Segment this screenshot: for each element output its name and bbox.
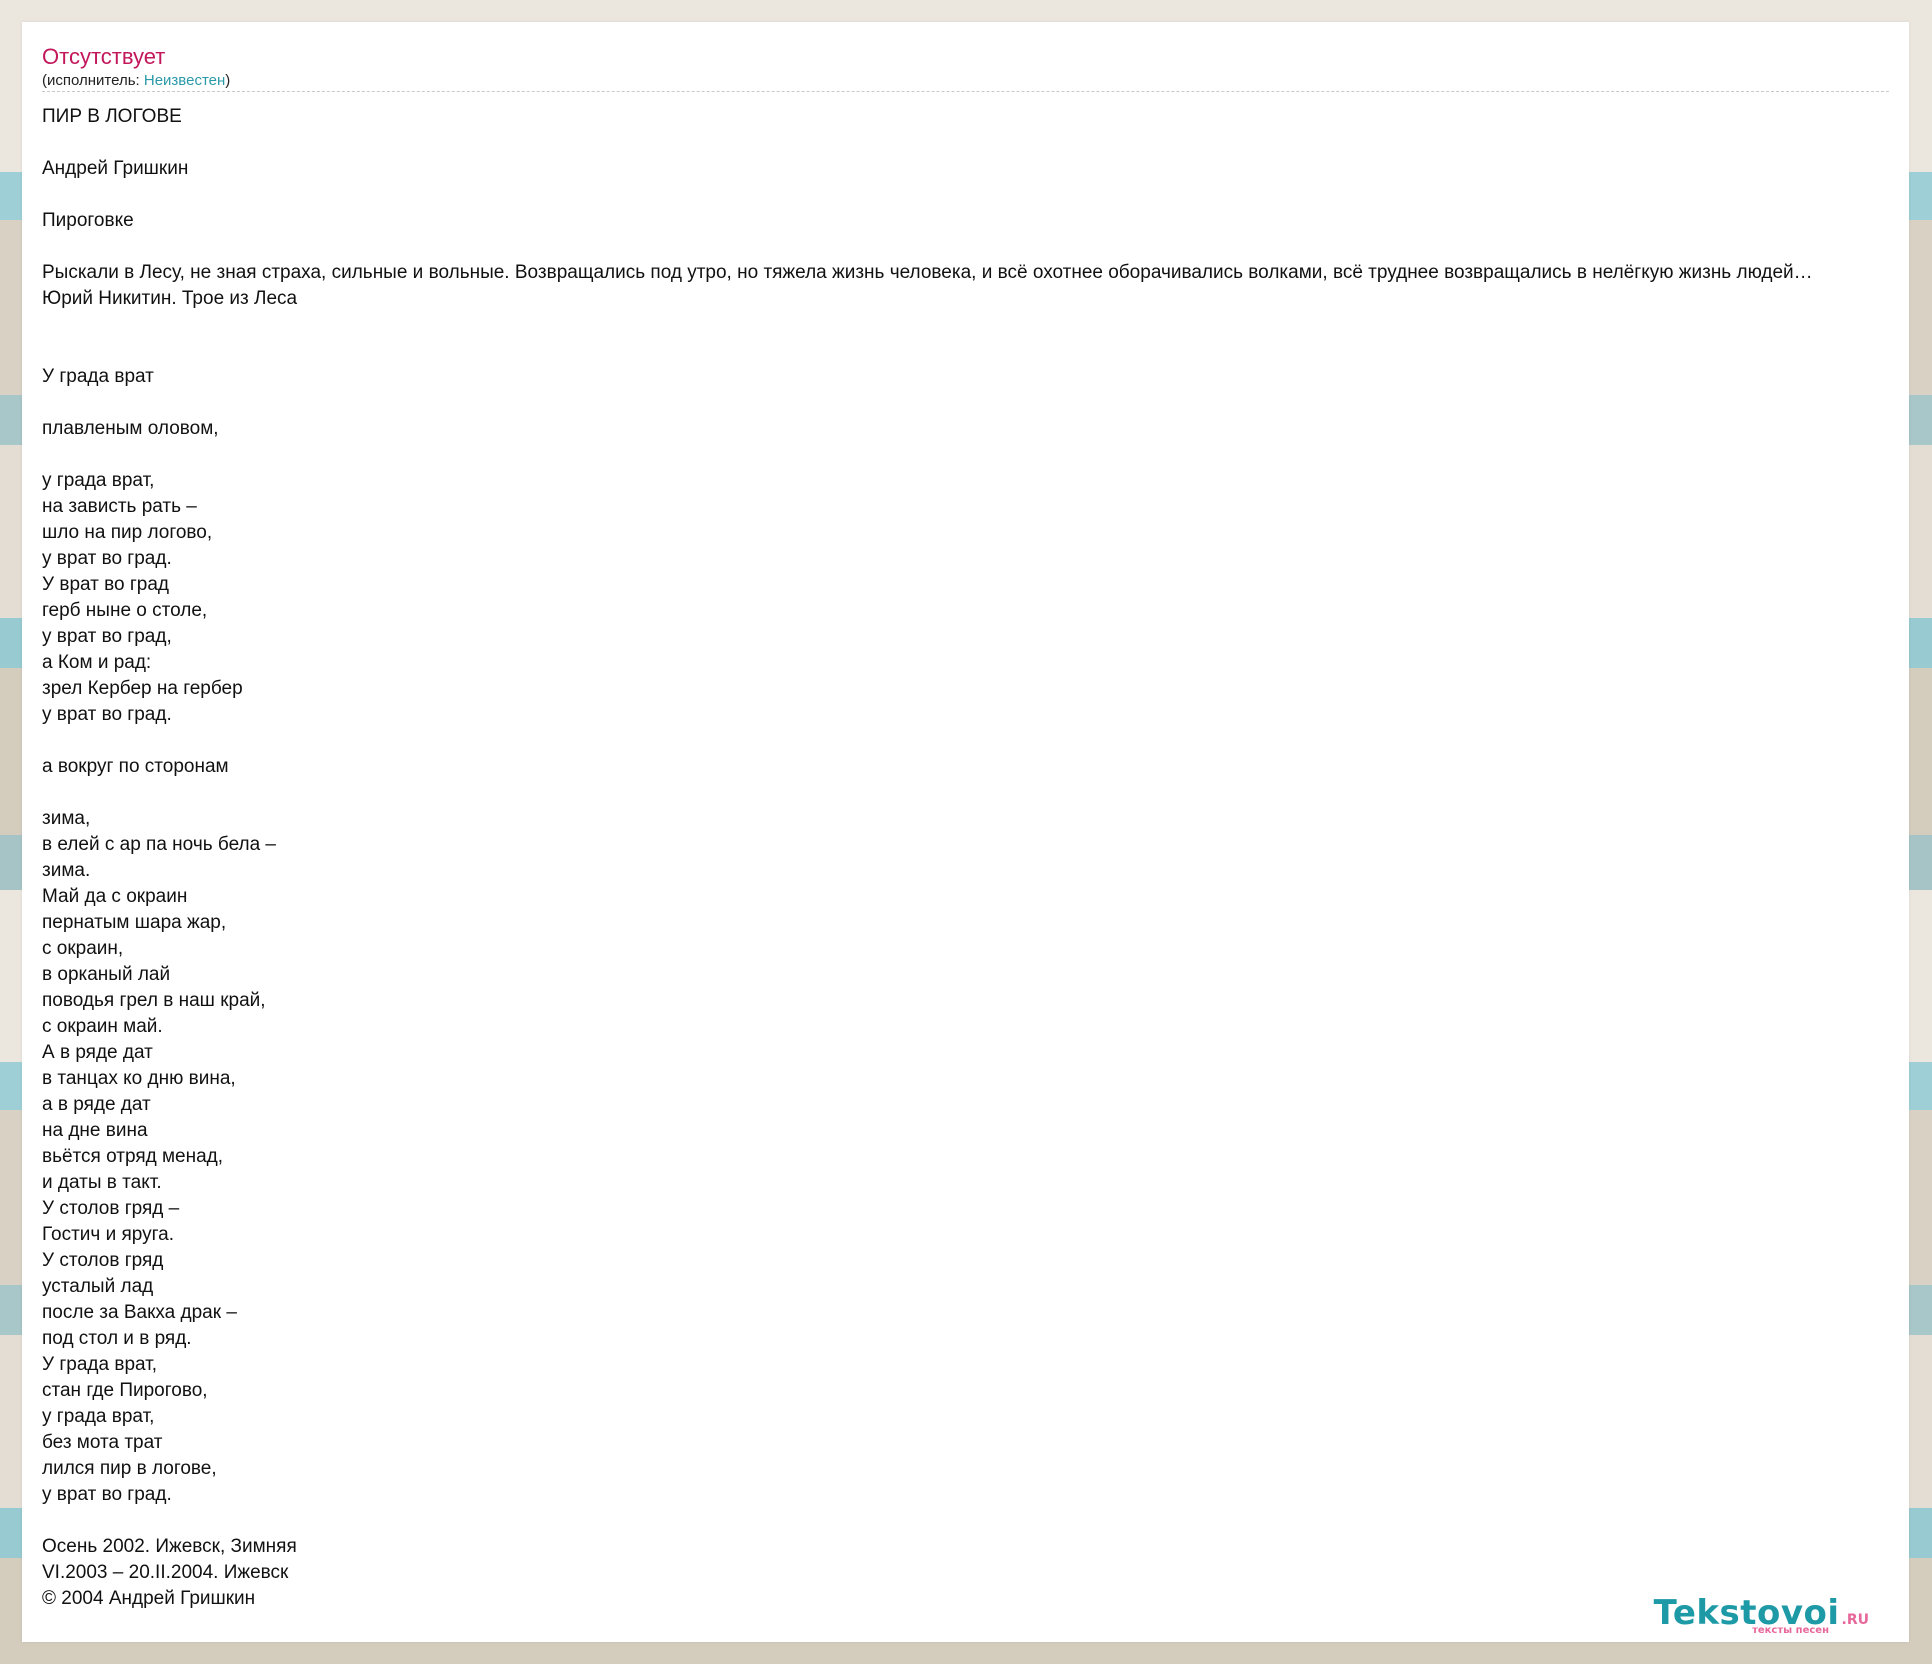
lyric-line — [42, 780, 1909, 806]
lyric-line: без мота трат — [42, 1432, 163, 1453]
lyric-line: Рыскали в Лесу, не зная страха, сильные … — [42, 262, 1813, 283]
lyric-line: плавленым оловом, — [42, 418, 219, 439]
lyric-line: поводья грел в наш край, — [42, 990, 266, 1011]
lyric-line: ПИР В ЛОГОВЕ — [42, 106, 182, 127]
lyric-line: а в ряде дат — [42, 1094, 151, 1115]
lyric-line: Юрий Никитин. Трое из Леса — [42, 288, 298, 309]
lyric-line: У столов гряд — [42, 1250, 164, 1271]
lyric-line: У града врат, — [42, 1354, 158, 1375]
lyric-line: на зависть рать – — [42, 496, 197, 517]
lyric-line: Андрей Гришкин — [42, 158, 189, 179]
lyric-line: под стол и в ряд. — [42, 1328, 192, 1349]
content-panel: Отсутствует (исполнитель: Неизвестен) ПИ… — [22, 22, 1909, 1642]
lyric-line — [42, 728, 1909, 754]
logo-tld: .RU — [1841, 1612, 1869, 1628]
lyric-line — [42, 182, 1909, 208]
lyric-line — [42, 234, 1909, 260]
lyric-line: У града врат — [42, 366, 154, 387]
lyric-line — [42, 390, 1909, 416]
site-logo[interactable]: Tekstovoi .RU тексты песен — [1654, 1595, 1869, 1636]
lyric-line: А в ряде дат — [42, 1042, 153, 1063]
lyric-line: Пироговке — [42, 210, 134, 231]
lyric-line: У столов гряд – — [42, 1198, 180, 1219]
lyric-line: шло на пир логово, — [42, 522, 213, 543]
lyric-line: зима. — [42, 860, 91, 881]
lyric-line — [42, 442, 1909, 468]
lyric-line: зима, — [42, 808, 91, 829]
lyric-line: пернатым шара жар, — [42, 912, 227, 933]
lyric-line — [42, 1508, 1909, 1534]
lyric-line — [42, 130, 1909, 156]
lyric-line: на дне вина — [42, 1120, 148, 1141]
lyric-line: у града врат, — [42, 1406, 155, 1427]
lyric-line: VI.2003 – 20.II.2004. Ижевск — [42, 1562, 289, 1583]
lyric-line — [42, 312, 1909, 338]
header-divider — [42, 91, 1889, 92]
lyrics-text: ПИР В ЛОГОВЕ Андрей Гришкин Пироговке Рыска… — [42, 104, 1909, 1612]
song-header: Отсутствует (исполнитель: Неизвестен) — [42, 42, 1889, 90]
lyric-line: © 2004 Андрей Гришкин — [42, 1588, 256, 1609]
artist-link[interactable]: Неизвестен — [144, 72, 225, 89]
lyric-line: у врат во град. — [42, 1484, 172, 1505]
song-title: Отсутствует — [42, 44, 166, 69]
lyric-line: а вокруг по сторонам — [42, 756, 229, 777]
artist-prefix: (исполнитель: — [42, 72, 144, 89]
lyric-line: а Ком и рад: — [42, 652, 152, 673]
lyric-line: вьётся отряд менад, — [42, 1146, 224, 1167]
lyric-line: в елей с ар па ночь бела – — [42, 834, 277, 855]
lyric-line: зрел Кербер на гербер — [42, 678, 243, 699]
lyric-line: в орканый лай — [42, 964, 171, 985]
lyric-line: герб ныне о столе, — [42, 600, 208, 621]
artist-line: (исполнитель: Неизвестен) — [42, 72, 1889, 90]
lyric-line: Осень 2002. Ижевск, Зимняя — [42, 1536, 297, 1557]
lyric-line: у врат во град. — [42, 704, 172, 725]
lyric-line: лился пир в логове, — [42, 1458, 217, 1479]
lyric-line: Гостич и яруга. — [42, 1224, 174, 1245]
lyric-line: у града врат, — [42, 470, 155, 491]
artist-suffix: ) — [225, 72, 231, 89]
lyric-line — [42, 338, 1909, 364]
lyric-line: стан где Пирогово, — [42, 1380, 208, 1401]
lyric-line: Май да с окраин — [42, 886, 188, 907]
lyric-line: у врат во град, — [42, 626, 172, 647]
lyric-line: и даты в такт. — [42, 1172, 162, 1193]
lyric-line: в танцах ко дню вина, — [42, 1068, 236, 1089]
lyric-line: У врат во град — [42, 574, 170, 595]
lyric-line: усталый лад — [42, 1276, 154, 1297]
lyric-line: у врат во град. — [42, 548, 172, 569]
lyric-line: после за Вакха драк – — [42, 1302, 237, 1323]
lyric-line: с окраин, — [42, 938, 124, 959]
lyric-line: с окраин май. — [42, 1016, 163, 1037]
